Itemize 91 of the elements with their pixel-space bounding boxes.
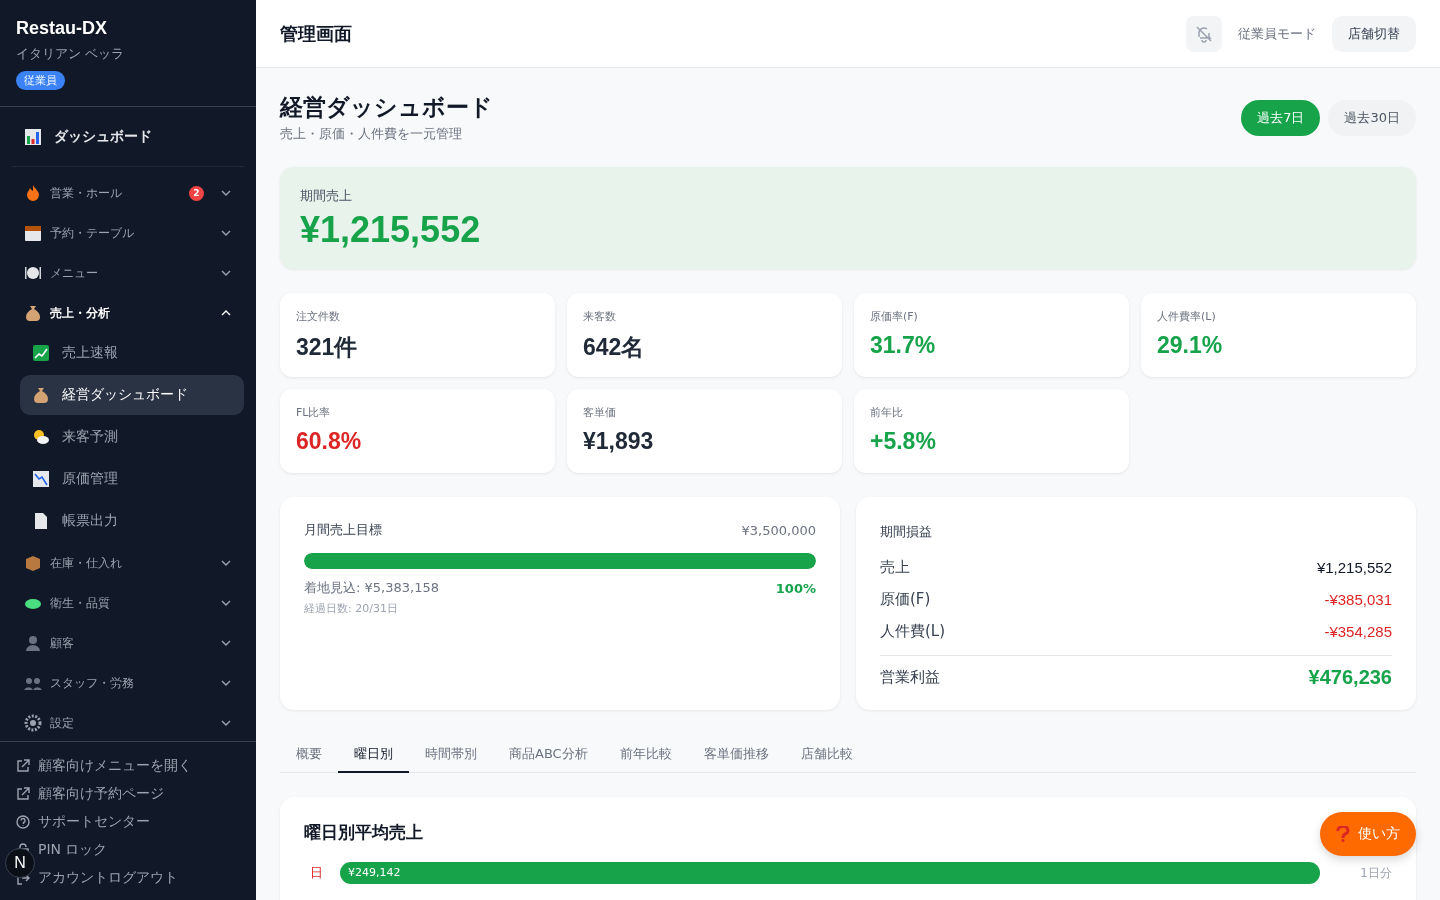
settings-icon <box>24 714 42 732</box>
footer-link[interactable]: アカウントログアウト <box>38 869 178 887</box>
nav-group[interactable]: 在庫・仕入れ <box>50 554 212 572</box>
bar-note: 1日分 <box>1359 864 1392 882</box>
kpi-value: 321件 <box>296 333 359 362</box>
document-icon <box>32 512 50 530</box>
kpi-label: 原価率(F) <box>870 309 919 324</box>
footer-link[interactable]: 顧客向け予約ページ <box>38 785 164 803</box>
header-title: 管理画面 <box>280 21 353 46</box>
avatar[interactable]: N <box>5 848 35 878</box>
flame-icon <box>24 184 42 202</box>
page-title: 経営ダッシュボード <box>280 93 493 122</box>
count-badge: 2 <box>189 185 204 201</box>
kpi-label: FL比率 <box>296 405 332 420</box>
nav-group[interactable]: 売上・分析 <box>50 304 212 322</box>
tab[interactable]: 店舗比較 <box>784 736 869 773</box>
range-button[interactable]: 過去30日 <box>1328 99 1416 136</box>
nav-group[interactable]: 営業・ホール <box>50 184 181 202</box>
kpi-label: 人件費率(L) <box>1157 309 1217 324</box>
nav-group[interactable]: 顧客 <box>50 634 212 652</box>
money-bag-icon <box>24 304 42 322</box>
nav-group[interactable]: メニュー <box>50 264 212 282</box>
nav-item[interactable]: 売上速報 <box>20 333 244 373</box>
nav-group[interactable]: スタッフ・労務 <box>50 674 212 692</box>
page-subtitle: 売上・原価・人件費を一元管理 <box>280 125 463 143</box>
sun-cloud-icon <box>32 428 50 446</box>
nav-item[interactable]: 来客予測 <box>20 417 244 457</box>
kpi-label: 来客数 <box>583 309 617 324</box>
kpi-label: 注文件数 <box>296 309 341 324</box>
external-link-icon <box>16 787 30 801</box>
kpi-label: 客単価 <box>583 405 617 420</box>
kpi-value: +5.8% <box>870 428 937 455</box>
plate-icon <box>24 264 42 282</box>
person-icon <box>24 634 42 652</box>
kpi-value: 60.8% <box>296 428 363 455</box>
target-value: ¥3,500,000 <box>741 522 816 538</box>
app-name: Restau-DX <box>16 18 108 39</box>
pl-value: -¥385,031 <box>1324 590 1392 608</box>
mode-label: 従業員モード <box>1238 24 1316 43</box>
chart-title: 曜日別平均売上 <box>304 821 423 844</box>
kpi-label: 前年比 <box>870 405 904 420</box>
falling-chart-icon <box>32 470 50 488</box>
tab[interactable]: 曜日別 <box>338 736 409 773</box>
store-name: イタリアン ベッラ <box>16 45 125 63</box>
day-label: 日 <box>308 864 324 882</box>
question-mark-icon <box>1336 826 1350 842</box>
nav-group[interactable]: 衛生・品質 <box>50 594 212 612</box>
footer-link[interactable]: サポートセンター <box>38 813 150 831</box>
pl-value: -¥354,285 <box>1324 622 1392 640</box>
pl-label: 売上 <box>880 557 910 577</box>
pl-value: ¥1,215,552 <box>1316 558 1392 576</box>
help-icon <box>16 815 30 829</box>
bar-value: ¥249,142 <box>348 866 401 879</box>
panel-title: 月間売上目標 <box>304 521 382 539</box>
elapsed-days: 経過日数: 20/31日 <box>304 601 816 616</box>
calendar-icon <box>24 224 42 242</box>
external-link-icon <box>16 759 30 773</box>
kpi-value: 31.7% <box>870 332 937 359</box>
rising-chart-icon <box>32 344 50 362</box>
progress-percent: 100% <box>775 580 816 596</box>
bell-off-icon <box>1194 23 1214 44</box>
money-bag-icon <box>32 386 50 404</box>
nav-item[interactable]: 原価管理 <box>20 459 244 499</box>
kpi-value: 642名 <box>583 333 646 362</box>
pl-label: 原価(F) <box>880 589 931 609</box>
footer-link[interactable]: PIN ロック <box>38 841 108 859</box>
sales-value: ¥1,215,552 <box>300 209 482 251</box>
pl-label: 営業利益 <box>880 668 940 687</box>
nav-group[interactable]: 設定 <box>50 714 212 732</box>
tab[interactable]: 商品ABC分析 <box>493 736 604 773</box>
kpi-value: ¥1,893 <box>583 428 655 455</box>
bar-chart-icon <box>24 127 42 146</box>
nav-item[interactable]: 経営ダッシュボード <box>20 375 244 415</box>
tab[interactable]: 客単価推移 <box>687 736 785 773</box>
tab[interactable]: 前年比較 <box>603 736 688 773</box>
panel-title: 期間損益 <box>880 524 932 539</box>
role-badge: 従業員 <box>16 71 65 90</box>
pl-label: 人件費(L) <box>880 621 946 641</box>
nav-item[interactable]: 帳票出力 <box>20 501 244 541</box>
box-icon <box>24 554 42 572</box>
store-switch-button[interactable]: 店舗切替 <box>1332 15 1416 52</box>
nav-group[interactable]: 予約・テーブル <box>50 224 212 242</box>
footer-link[interactable]: 顧客向けメニューを開く <box>38 757 192 775</box>
forecast-text: 着地見込: ¥5,383,158 <box>304 579 439 597</box>
notification-button[interactable] <box>1186 15 1222 52</box>
nav-item[interactable]: ダッシュボード <box>54 127 152 146</box>
profit-value: ¥476,236 <box>1308 666 1392 689</box>
tab[interactable]: 概要 <box>280 736 338 773</box>
tab[interactable]: 時間帯別 <box>409 736 493 773</box>
kpi-value: 29.1% <box>1157 332 1224 359</box>
card-label: 期間売上 <box>300 187 353 205</box>
